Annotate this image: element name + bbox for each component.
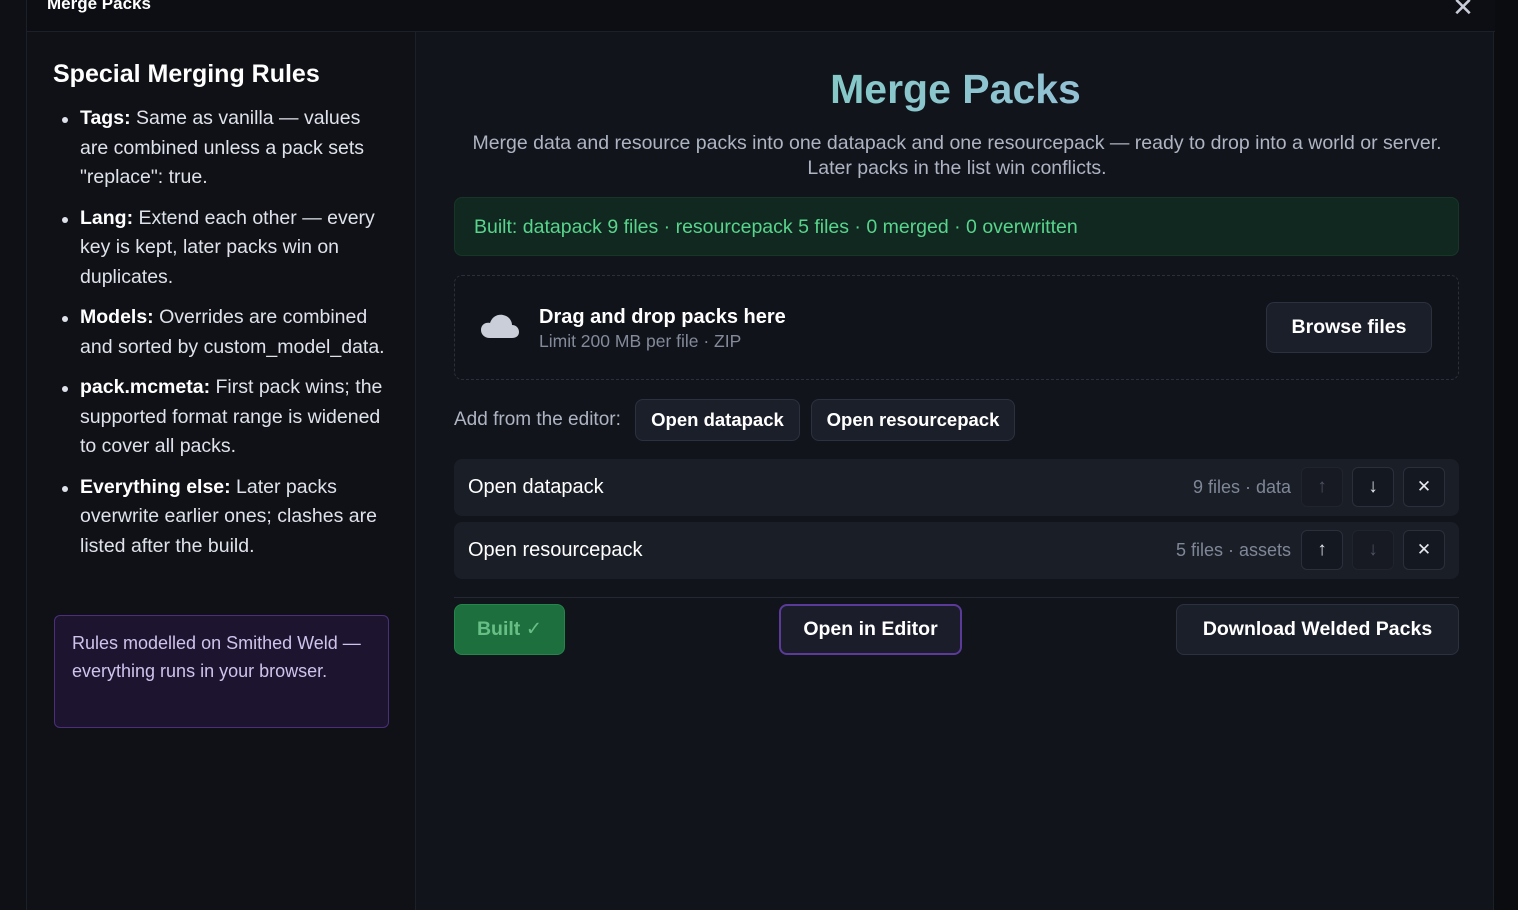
build-status-banner: Built: datapack 9 files · resourcepack 5… <box>454 197 1459 256</box>
background-app-strip <box>0 0 26 910</box>
rules-sidebar: Special Merging Rules Tags: Same as vani… <box>27 32 416 910</box>
rule-term: Lang: <box>80 206 134 229</box>
pack-meta: 5 files · assets <box>1175 540 1291 560</box>
file-dropzone[interactable]: Drag and drop packs here Limit 200 MB pe… <box>454 275 1459 380</box>
merge-packs-modal: Merge Packs ✕ Special Merging Rules Tags… <box>26 0 1495 910</box>
remove-icon[interactable]: ✕ <box>1403 467 1445 507</box>
arrow-down-icon: ↓ <box>1352 530 1394 570</box>
cloud-icon <box>481 314 519 338</box>
pack-name: Open datapack <box>468 476 604 498</box>
modal-header: Merge Packs ✕ <box>27 0 1495 32</box>
dropzone-limit: Limit 200 MB per file · ZIP <box>539 331 742 351</box>
add-from-editor-label: Add from the editor: <box>454 409 621 430</box>
rule-item-models: Models: Overrides are combined and sorte… <box>53 303 393 362</box>
divider <box>454 597 1459 598</box>
open-datapack-button[interactable]: Open datapack <box>635 399 800 441</box>
rule-item-pack-mcmeta: pack.mcmeta: First pack wins; the suppor… <box>53 373 393 462</box>
pack-meta: 9 files · data <box>1192 477 1291 497</box>
rules-list: Tags: Same as vanilla — values are combi… <box>53 104 393 572</box>
open-in-editor-button[interactable]: Open in Editor <box>779 604 962 655</box>
open-resourcepack-button[interactable]: Open resourcepack <box>811 399 1015 441</box>
pack-list-item: Open datapack 9 files · data ↑ ↓ ✕ <box>454 459 1459 516</box>
remove-icon[interactable]: ✕ <box>1403 530 1445 570</box>
rule-item-tags: Tags: Same as vanilla — values are combi… <box>53 104 393 193</box>
browse-files-button[interactable]: Browse files <box>1266 302 1432 353</box>
rule-term: pack.mcmeta: <box>80 376 211 398</box>
rule-item-lang: Lang: Extend each other — every key is k… <box>53 204 393 293</box>
page-subtitle: Merge data and resource packs into one d… <box>472 132 1442 179</box>
rule-term: Everything else: <box>80 475 231 498</box>
rule-term: Tags: <box>80 107 131 129</box>
page-title: Merge Packs <box>417 66 1494 113</box>
built-button: Built ✓ <box>454 604 565 655</box>
sidebar-title: Special Merging Rules <box>53 60 320 88</box>
weld-credit-note: Rules modelled on Smithed Weld — everyth… <box>54 615 389 728</box>
modal-title: Merge Packs <box>47 0 151 13</box>
arrow-down-icon[interactable]: ↓ <box>1352 467 1394 507</box>
rule-item-everything-else: Everything else: Later packs overwrite e… <box>53 473 393 562</box>
arrow-up-icon: ↑ <box>1301 467 1343 507</box>
dropzone-title: Drag and drop packs here <box>539 306 786 328</box>
rule-term: Models: <box>80 306 154 328</box>
close-icon[interactable]: ✕ <box>1449 0 1477 22</box>
merge-main-panel: Merge Packs Merge data and resource pack… <box>417 32 1494 910</box>
pack-list-item: Open resourcepack 5 files · assets ↑ ↓ ✕ <box>454 522 1459 579</box>
pack-name: Open resourcepack <box>468 539 643 561</box>
download-welded-packs-button[interactable]: Download Welded Packs <box>1176 604 1459 655</box>
arrow-up-icon[interactable]: ↑ <box>1301 530 1343 570</box>
